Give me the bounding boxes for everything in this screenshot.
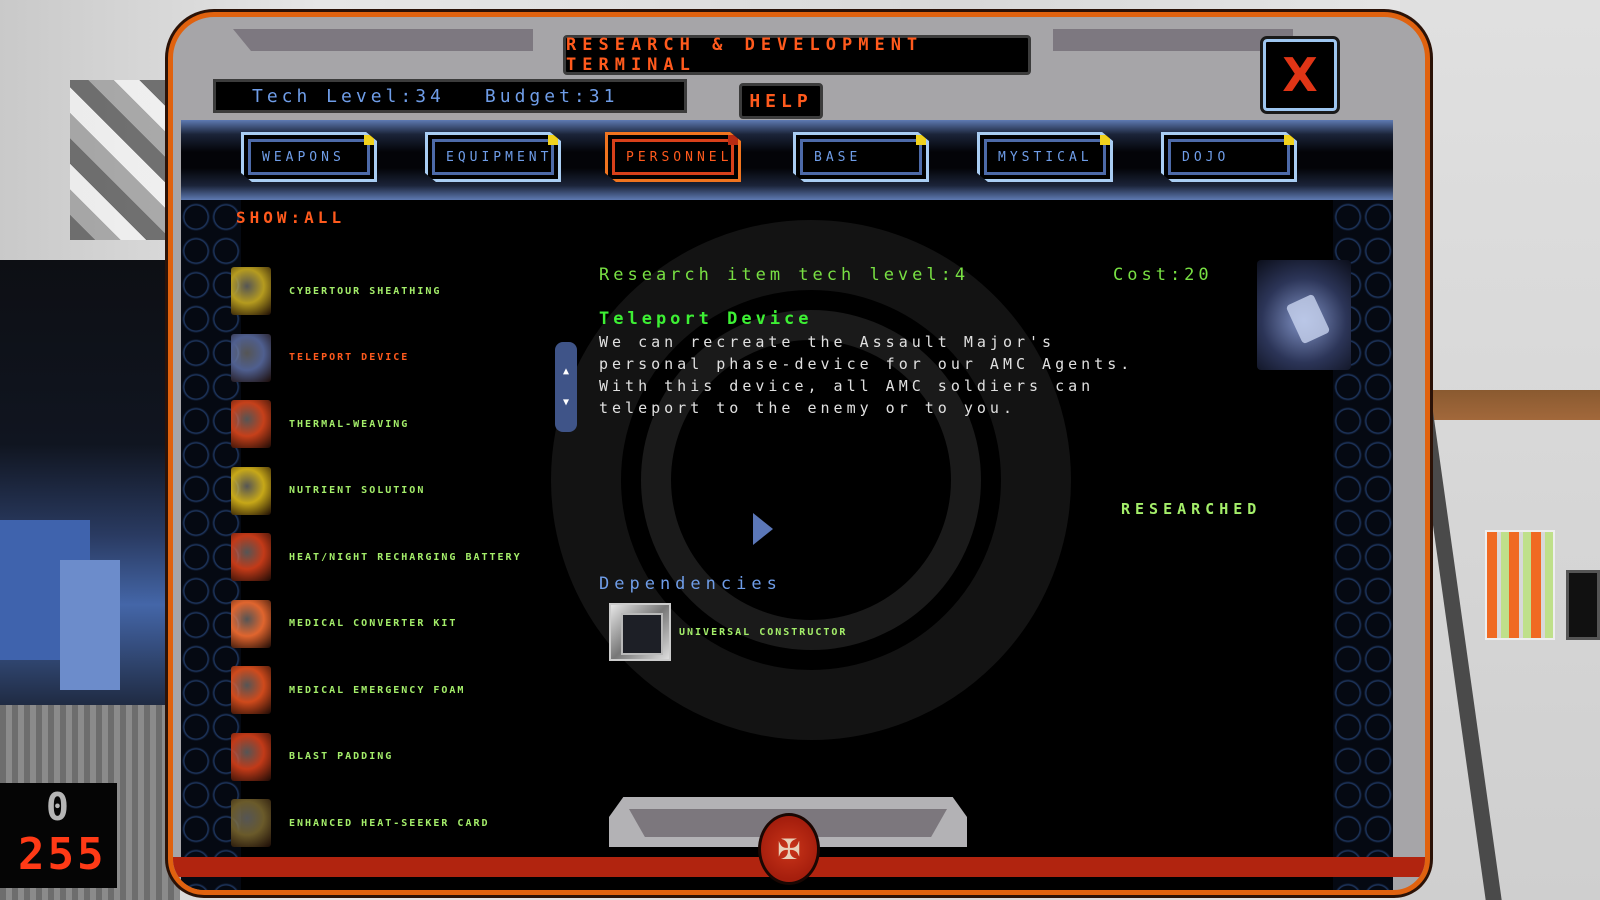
item-cost: Cost:20 bbox=[1113, 265, 1213, 285]
research-terminal-window: RESEARCH & DEVELOPMENT TERMINAL Tech Lev… bbox=[168, 12, 1430, 895]
tab-label: EQUIPMENT bbox=[446, 149, 553, 165]
filter-label: SHOW: bbox=[236, 208, 305, 227]
dependency-label: UNIVERSAL CONSTRUCTOR bbox=[679, 626, 848, 638]
tab-label: WEAPONS bbox=[262, 149, 345, 165]
tab-personnel[interactable]: PERSONNEL bbox=[605, 132, 741, 182]
teleport-device-icon bbox=[231, 333, 271, 382]
budget-value: 31 bbox=[588, 85, 619, 107]
item-tech-level: Research item tech level:4 bbox=[599, 265, 970, 285]
periodic-table-poster bbox=[1485, 530, 1555, 640]
terminal-logo: ✠ bbox=[758, 813, 820, 885]
category-tabs: WEAPONS EQUIPMENT PERSONNEL BASE MYSTICA… bbox=[181, 120, 1393, 200]
flask-icon bbox=[231, 466, 271, 515]
research-item-list: CYBERTOUR SHEATHING TELEPORT DEVICE THERMA… bbox=[231, 258, 551, 857]
tab-equipment[interactable]: EQUIPMENT bbox=[425, 132, 561, 182]
close-icon: X bbox=[1282, 48, 1318, 102]
frame-strip bbox=[233, 29, 533, 51]
tab-base[interactable]: BASE bbox=[793, 132, 929, 182]
research-item-label: CYBERTOUR SHEATHING bbox=[289, 285, 442, 297]
world-chalkboard bbox=[1566, 570, 1600, 640]
filter-value: ALL bbox=[304, 208, 346, 227]
tech-level-label: Tech Level: bbox=[252, 85, 416, 107]
item-description: We can recreate the Assault Major's pers… bbox=[599, 333, 1134, 417]
medical-kit-icon bbox=[231, 599, 271, 648]
armor-icon bbox=[231, 267, 271, 316]
scroll-up-icon[interactable]: ▲ bbox=[563, 366, 569, 377]
help-button[interactable]: HELP bbox=[739, 83, 823, 119]
research-item[interactable]: HEAT/NIGHT RECHARGING BATTERY bbox=[231, 524, 551, 591]
hud-counter: 0 255 bbox=[0, 783, 117, 888]
research-item-label: BLAST PADDING bbox=[289, 751, 394, 763]
padding-icon bbox=[231, 732, 271, 781]
tab-label: BASE bbox=[814, 149, 862, 165]
help-label: HELP bbox=[749, 90, 813, 112]
budget-stat: Budget:31 bbox=[485, 86, 619, 107]
tab-dojo[interactable]: DOJO bbox=[1161, 132, 1297, 182]
tab-label: DOJO bbox=[1182, 149, 1230, 165]
foam-canister-icon bbox=[231, 666, 271, 715]
thermal-weaving-icon bbox=[231, 400, 271, 449]
research-item-label: THERMAL-WEAVING bbox=[289, 418, 410, 430]
title-bar: RESEARCH & DEVELOPMENT TERMINAL bbox=[563, 35, 1031, 75]
research-item[interactable]: ENHANCED HEAT-SEEKER CARD bbox=[231, 790, 551, 857]
constructor-icon bbox=[609, 603, 671, 661]
show-filter[interactable]: SHOW:ALL bbox=[236, 208, 345, 227]
budget-label: Budget: bbox=[484, 85, 589, 107]
research-item-label: HEAT/NIGHT RECHARGING BATTERY bbox=[289, 551, 522, 563]
card-icon bbox=[231, 799, 271, 848]
hud-bottom-value: 255 bbox=[18, 829, 107, 880]
battery-icon bbox=[231, 533, 271, 582]
frame-strip bbox=[1053, 29, 1293, 51]
scroll-down-icon[interactable]: ▼ bbox=[563, 397, 569, 408]
list-scrollbar[interactable]: ▲ ▼ bbox=[555, 342, 577, 432]
research-item[interactable]: CYBERTOUR SHEATHING bbox=[231, 258, 551, 325]
stats-panel: Tech Level:34 Budget:31 bbox=[213, 79, 687, 113]
mouse-cursor-icon bbox=[753, 513, 773, 545]
tab-label: PERSONNEL bbox=[626, 149, 733, 165]
dependencies-title: Dependencies bbox=[599, 574, 782, 594]
research-screen: SHOW:ALL CYBERTOUR SHEATHING TELEPORT DEV… bbox=[181, 200, 1393, 890]
research-item[interactable]: TELEPORT DEVICE bbox=[231, 325, 551, 392]
research-item-label: MEDICAL EMERGENCY FOAM bbox=[289, 684, 466, 696]
world-block bbox=[60, 560, 120, 690]
research-item-label: NUTRIENT SOLUTION bbox=[289, 485, 426, 497]
research-item-label: TELEPORT DEVICE bbox=[289, 352, 410, 364]
research-item[interactable]: THERMAL-WEAVING bbox=[231, 391, 551, 458]
tab-label: MYSTICAL bbox=[998, 149, 1093, 165]
tab-weapons[interactable]: WEAPONS bbox=[241, 132, 377, 182]
world-texture bbox=[70, 80, 170, 240]
tech-level-value: 34 bbox=[415, 85, 445, 107]
research-item-label: ENHANCED HEAT-SEEKER CARD bbox=[289, 817, 490, 829]
dependency-item[interactable]: UNIVERSAL CONSTRUCTOR bbox=[609, 603, 847, 661]
research-item[interactable]: NUTRIENT SOLUTION bbox=[231, 458, 551, 525]
research-status: RESEARCHED bbox=[1121, 500, 1262, 518]
hud-top-value: 0 bbox=[46, 785, 69, 829]
tech-level-stat: Tech Level:34 bbox=[252, 86, 445, 107]
item-name: Teleport Device bbox=[599, 309, 813, 329]
emblem-icon: ✠ bbox=[777, 832, 801, 866]
teleport-device-image bbox=[1257, 260, 1351, 370]
window-title: RESEARCH & DEVELOPMENT TERMINAL bbox=[566, 35, 924, 75]
close-button[interactable]: X bbox=[1260, 36, 1340, 114]
research-item[interactable]: MEDICAL CONVERTER KIT bbox=[231, 591, 551, 658]
tab-mystical[interactable]: MYSTICAL bbox=[977, 132, 1113, 182]
research-item[interactable]: BLAST PADDING bbox=[231, 724, 551, 791]
research-item-label: MEDICAL CONVERTER KIT bbox=[289, 618, 458, 630]
research-item[interactable]: MEDICAL EMERGENCY FOAM bbox=[231, 657, 551, 724]
